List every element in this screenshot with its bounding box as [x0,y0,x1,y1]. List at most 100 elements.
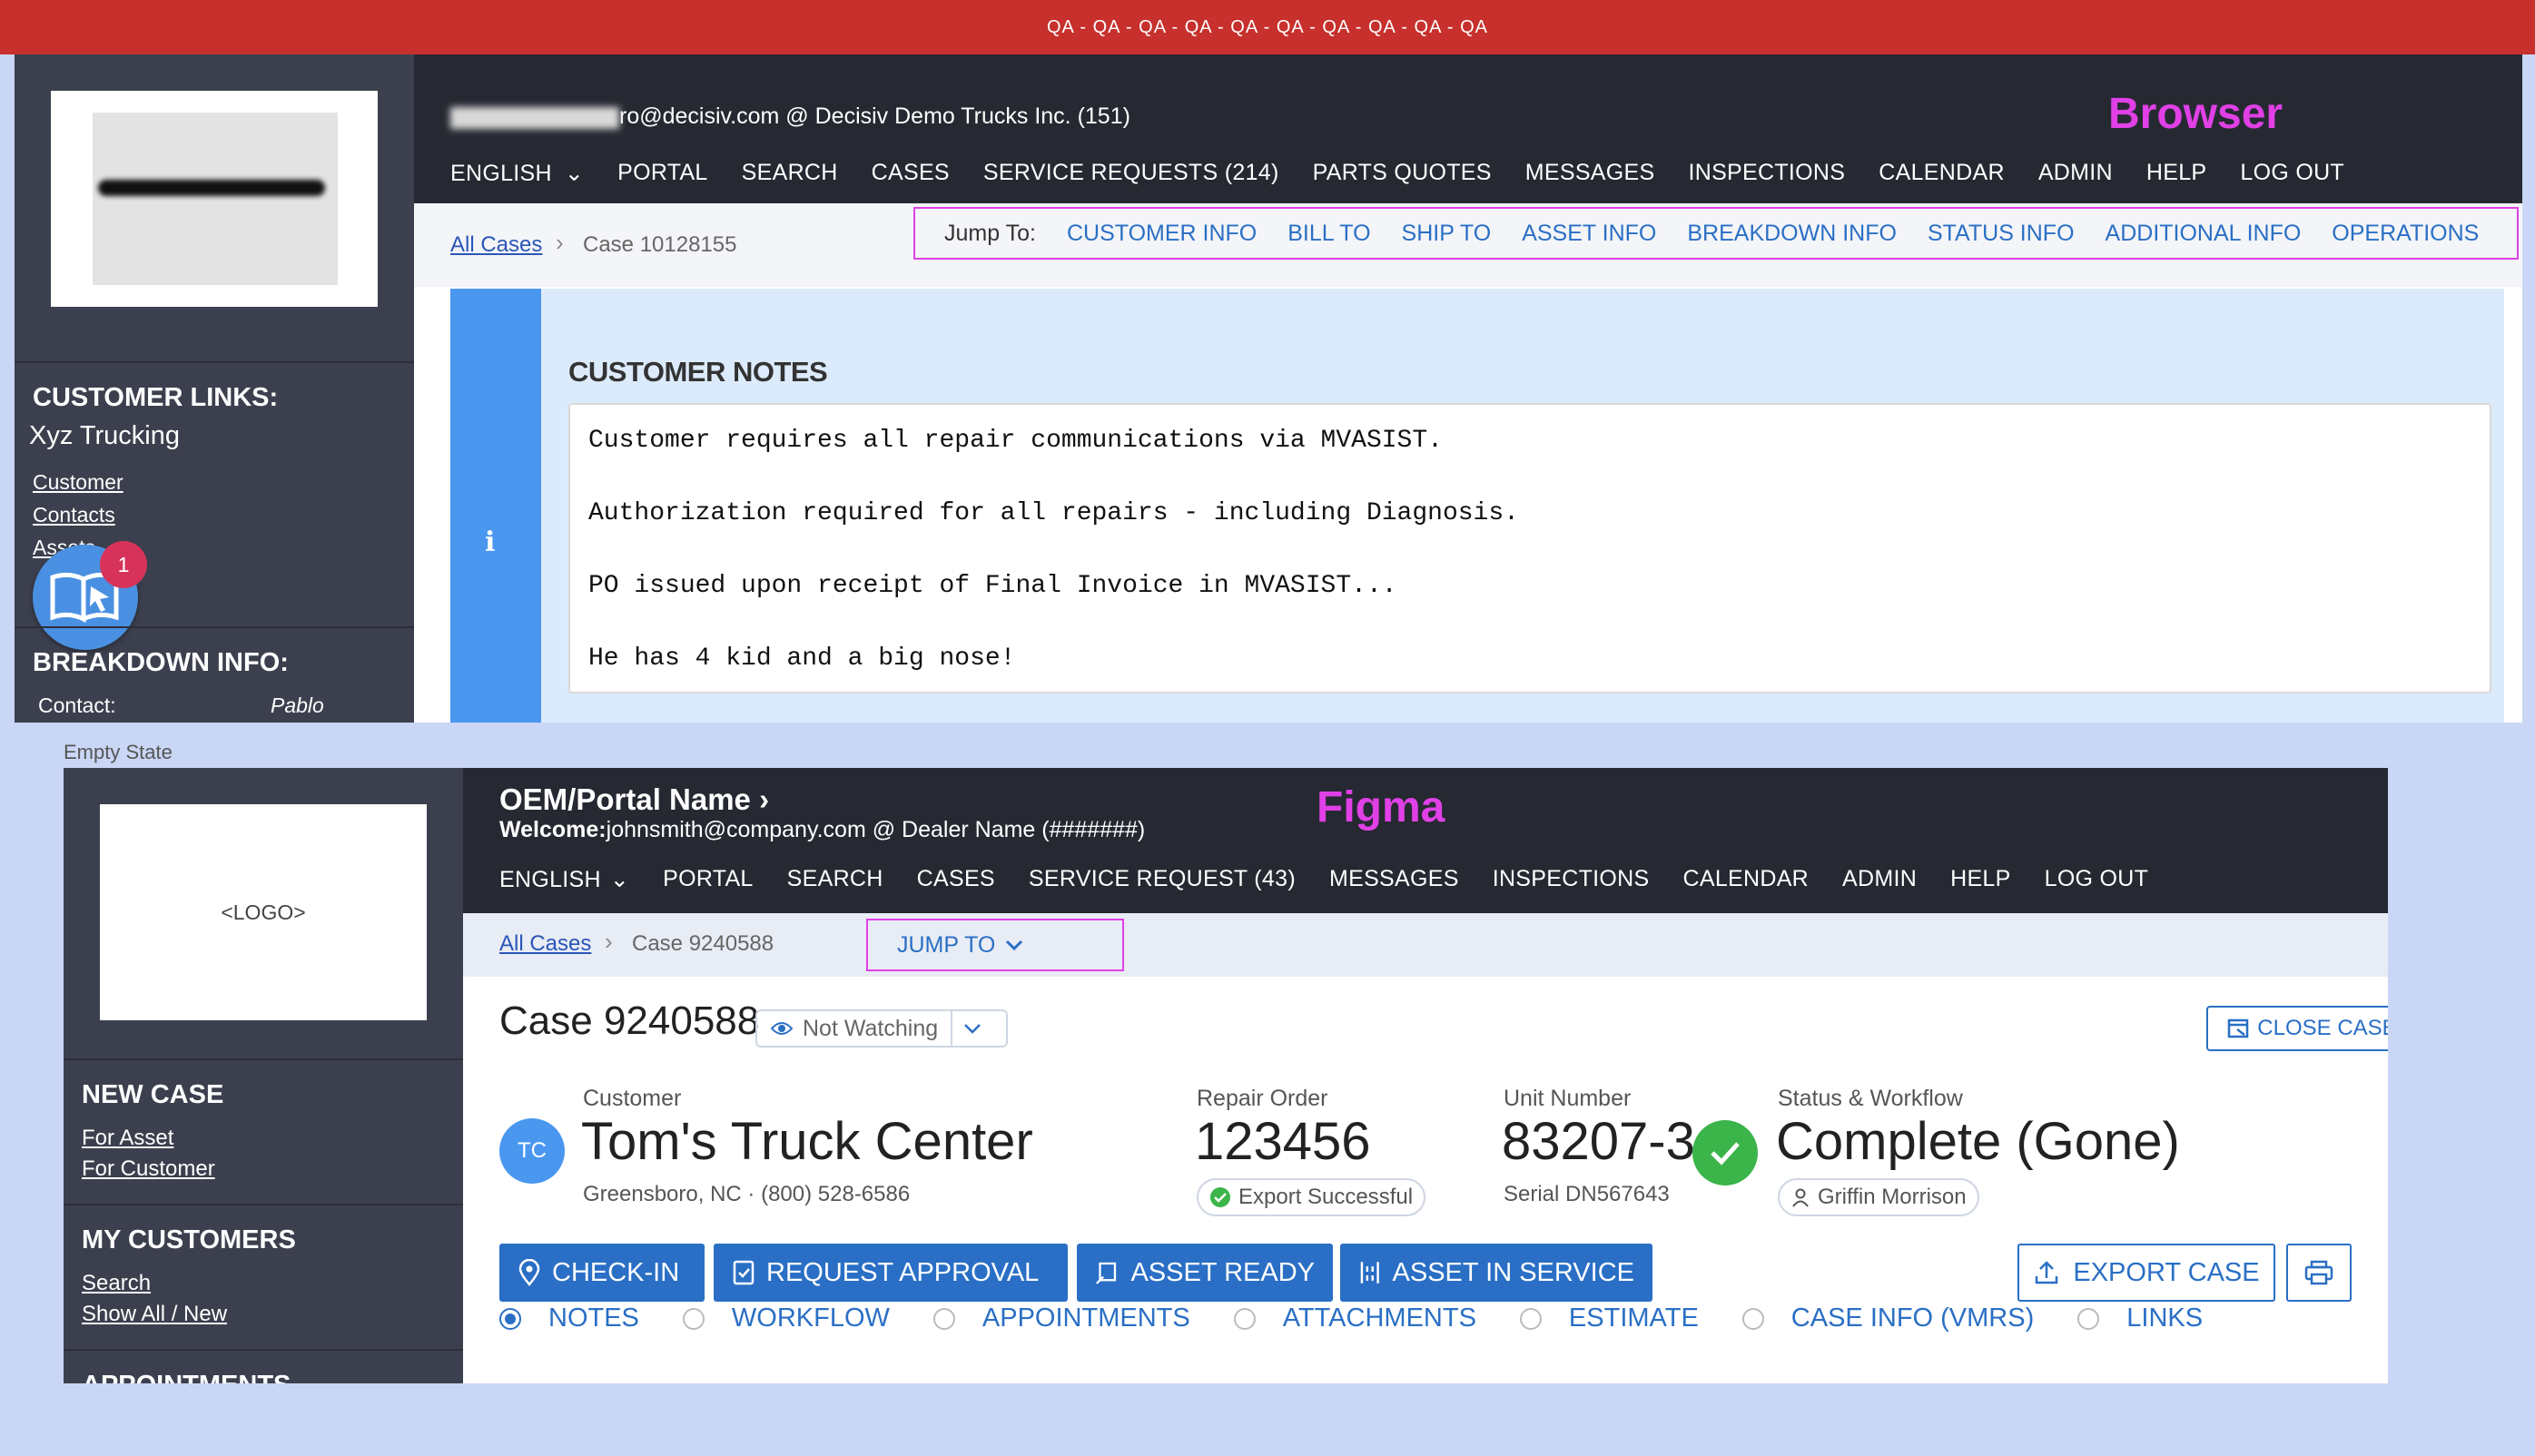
nav-calendar[interactable]: CALENDAR [1682,866,1809,893]
empty-state-label: Empty State [64,741,173,763]
nav-language[interactable]: ENGLISH ⌄ [450,160,584,187]
nav-help[interactable]: HELP [2146,160,2207,187]
tab-estimate-label: ESTIMATE [1568,1304,1699,1333]
jump-breakdown-info[interactable]: BREAKDOWN INFO [1687,221,1897,247]
asset-in-service-button[interactable]: ASSET IN SERVICE [1340,1244,1652,1302]
nav-cases[interactable]: CASES [872,160,950,187]
nav-portal[interactable]: PORTAL [663,866,754,893]
tab-attachments[interactable]: ATTACHMENTS [1233,1304,1476,1333]
case-section-tabs: NOTES WORKFLOW APPOINTMENTS ATTACHMENTS … [499,1304,2246,1333]
watch-dropdown-toggle[interactable] [951,1010,983,1047]
contacts-link[interactable]: Contacts [33,503,115,527]
browser-sidebar: CUSTOMER LINKS: Xyz Trucking Customer Co… [15,54,414,723]
tab-links-label: LINKS [2126,1304,2204,1333]
nav-search[interactable]: SEARCH [742,160,838,187]
user-icon [1792,1188,1809,1207]
nav-calendar[interactable]: CALENDAR [1879,160,2005,187]
nav-messages[interactable]: MESSAGES [1525,160,1655,187]
case-status: Complete (Gone) [1776,1112,2180,1171]
case-title: Case 9240588 [499,999,760,1043]
tab-case-info[interactable]: CASE INFO (VMRS) [1741,1304,2034,1333]
nav-inspections[interactable]: INSPECTIONS [1493,866,1650,893]
tab-estimate[interactable]: ESTIMATE [1519,1304,1699,1333]
customer-links-heading: CUSTOMER LINKS: [33,383,279,412]
watch-toggle[interactable]: Not Watching [755,1009,1008,1048]
divider [64,1349,463,1351]
upload-icon [2036,1261,2058,1284]
radio [682,1307,705,1330]
new-case-for-asset-link[interactable]: For Asset [82,1126,173,1151]
new-case-for-customer-link[interactable]: For Customer [82,1156,215,1182]
my-customers-heading: MY CUSTOMERS [82,1225,296,1254]
status-workflow-label: Status & Workflow [1778,1086,1963,1111]
chevron-down-icon [1006,940,1023,951]
nav-service-request[interactable]: SERVICE REQUEST (43) [1029,866,1296,893]
jump-additional-info[interactable]: ADDITIONAL INFO [2106,221,2302,247]
customers-search-link[interactable]: Search [82,1271,151,1296]
unit-number[interactable]: 83207-3 [1502,1111,1695,1172]
nav-help[interactable]: HELP [1950,866,2011,893]
repair-order-label: Repair Order [1197,1086,1328,1111]
figma-header: OEM/Portal Name › Welcome:johnsmith@comp… [463,768,2388,913]
radio-selected [499,1307,521,1330]
asset-in-service-label: ASSET IN SERVICE [1392,1257,1634,1287]
all-cases-link[interactable]: All Cases [450,232,542,258]
approval-icon [733,1260,755,1285]
browser-screenshot: CUSTOMER LINKS: Xyz Trucking Customer Co… [15,54,2522,723]
close-case-icon [2228,1018,2249,1038]
nav-parts-quotes[interactable]: PARTS QUOTES [1313,160,1492,187]
tab-notes[interactable]: NOTES [499,1304,639,1333]
tab-attachments-label: ATTACHMENTS [1282,1304,1476,1333]
portal-name[interactable]: OEM/Portal Name › [499,782,769,817]
close-case-button[interactable]: CLOSE CASE [2206,1006,2388,1051]
jump-to-dropdown[interactable]: JUMP TO [866,919,1124,971]
print-button[interactable] [2286,1244,2352,1302]
jump-asset-info[interactable]: ASSET INFO [1522,221,1656,247]
nav-log-out[interactable]: LOG OUT [2240,160,2344,187]
export-status-badge: Export Successful [1197,1178,1426,1216]
close-case-label: CLOSE CASE [2257,1016,2388,1040]
nav-cases[interactable]: CASES [917,866,995,893]
jump-ship-to[interactable]: SHIP TO [1402,221,1492,247]
tab-appointments[interactable]: APPOINTMENTS [932,1304,1190,1333]
nav-search[interactable]: SEARCH [787,866,883,893]
customer-name[interactable]: Tom's Truck Center [581,1111,1033,1172]
watch-status: Not Watching [803,1015,939,1041]
customers-show-all-link[interactable]: Show All / New [82,1302,227,1327]
chevron-down-icon: ⌄ [609,867,630,892]
nav-language-label: ENGLISH [450,161,552,186]
figma-mockup: <LOGO> NEW CASE For Asset For Customer M… [64,768,2388,1383]
check-in-button[interactable]: CHECK-IN [499,1244,705,1302]
nav-admin[interactable]: ADMIN [2038,160,2113,187]
main-nav: ENGLISH ⌄ PORTAL SEARCH CASES SERVICE REQ… [499,866,2182,893]
nav-messages[interactable]: MESSAGES [1329,866,1459,893]
assignee-badge[interactable]: Griffin Morrison [1778,1178,1979,1216]
radio [1233,1307,1256,1330]
unit-number-label: Unit Number [1504,1086,1632,1111]
assignee-name: Griffin Morrison [1818,1185,1967,1209]
tab-workflow[interactable]: WORKFLOW [682,1304,890,1333]
nav-portal[interactable]: PORTAL [617,160,708,187]
all-cases-link[interactable]: All Cases [499,931,591,957]
nav-inspections[interactable]: INSPECTIONS [1688,160,1845,187]
customer-location: Greensboro, NC [583,1182,742,1206]
nav-language[interactable]: ENGLISH ⌄ [499,866,629,893]
chevron-down-icon [964,1024,981,1034]
tab-workflow-label: WORKFLOW [731,1304,890,1333]
asset-ready-button[interactable]: ASSET READY [1077,1244,1333,1302]
jump-customer-info[interactable]: CUSTOMER INFO [1067,221,1257,247]
nav-service-requests[interactable]: SERVICE REQUESTS (214) [983,160,1279,187]
customer-link[interactable]: Customer [33,470,123,495]
nav-admin[interactable]: ADMIN [1842,866,1917,893]
tab-links[interactable]: LINKS [2077,1304,2203,1333]
customer-notes-heading: CUSTOMER NOTES [568,356,828,388]
jump-status-info[interactable]: STATUS INFO [1928,221,2075,247]
export-case-button[interactable]: EXPORT CASE [2017,1244,2275,1302]
request-approval-button[interactable]: REQUEST APPROVAL [714,1244,1068,1302]
contact-label: Contact: [38,694,116,717]
nav-log-out[interactable]: LOG OUT [2045,866,2149,893]
logo-image [93,113,338,285]
jump-bill-to[interactable]: BILL TO [1287,221,1370,247]
tab-notes-label: NOTES [548,1304,639,1333]
jump-operations[interactable]: OPERATIONS [2332,221,2479,247]
